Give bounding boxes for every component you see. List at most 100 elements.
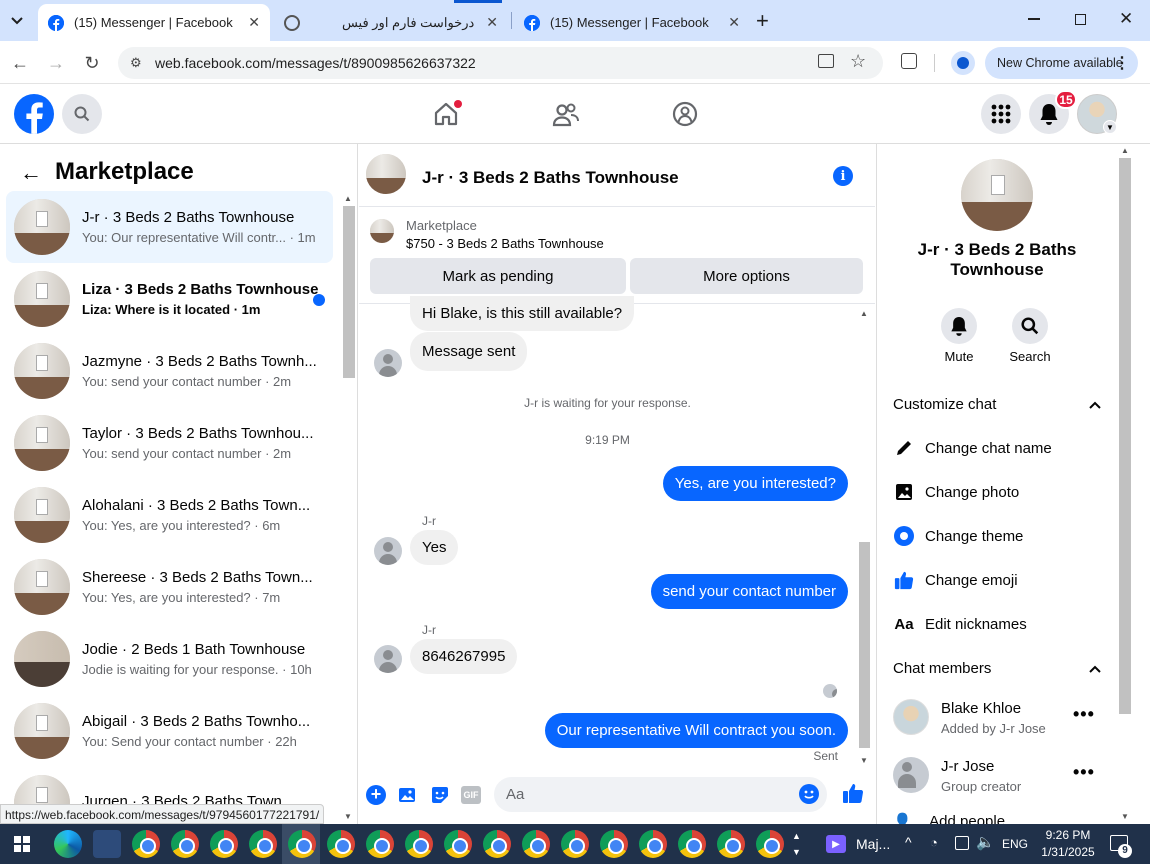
change-theme-item[interactable]: Change theme xyxy=(893,524,1023,548)
message-bubble-outgoing[interactable]: Yes, are you interested? xyxy=(662,466,848,501)
message-bubble-incoming[interactable]: 8646267995 xyxy=(410,639,518,674)
battery-icon[interactable] xyxy=(955,836,969,850)
app-icon[interactable] xyxy=(93,830,121,858)
friends-icon[interactable] xyxy=(552,102,580,133)
close-window-button[interactable]: ✕ xyxy=(1119,9,1133,29)
like-thumbs-up-icon[interactable] xyxy=(842,782,864,809)
tab-messenger-1[interactable]: (15) Messenger | Facebook ✕ xyxy=(38,4,270,41)
taskbar-app-label[interactable]: Maj... xyxy=(856,836,890,852)
change-emoji-item[interactable]: Change emoji xyxy=(893,568,1018,592)
windows-start-icon[interactable] xyxy=(14,836,30,852)
chrome-icon[interactable] xyxy=(717,830,745,858)
info-icon[interactable]: i xyxy=(833,166,853,186)
member-name[interactable]: J-r Jose xyxy=(941,758,994,775)
chrome-icon[interactable] xyxy=(561,830,589,858)
scroll-down-arrow-icon[interactable]: ▼ xyxy=(344,812,352,821)
mark-as-pending-button[interactable]: Mark as pending xyxy=(370,258,626,294)
chrome-icon[interactable] xyxy=(522,830,550,858)
mute-button[interactable] xyxy=(941,308,977,344)
clock-date[interactable]: 1/31/2025 xyxy=(1036,845,1100,859)
details-scrollbar[interactable] xyxy=(1119,158,1131,714)
conversation-item[interactable]: Taylor · 3 Beds 2 Baths Townhou... You: s… xyxy=(6,407,333,479)
listing-title[interactable]: $750 - 3 Beds 2 Baths Townhouse xyxy=(406,236,604,251)
conversation-item[interactable]: Liza · 3 Beds 2 Baths Townhouse Liza: Whe… xyxy=(6,263,333,335)
close-tab-icon[interactable]: ✕ xyxy=(248,14,260,31)
chrome-icon[interactable] xyxy=(366,830,394,858)
member-avatar[interactable] xyxy=(893,757,929,793)
groups-icon[interactable] xyxy=(672,101,698,132)
volume-icon[interactable]: 🔈 xyxy=(976,833,995,851)
scroll-up-arrow-icon[interactable]: ▲ xyxy=(860,309,868,318)
conversation-item[interactable]: Jodie · 2 Beds 1 Bath Townhouse Jodie is … xyxy=(6,623,333,695)
chat-list-scrollbar[interactable] xyxy=(343,206,355,378)
conversation-item[interactable]: Alohalani · 3 Beds 2 Baths Town... You: Y… xyxy=(6,479,333,551)
member-options-icon[interactable]: ••• xyxy=(1073,704,1095,725)
search-button[interactable] xyxy=(62,94,102,134)
chat-members-header[interactable]: Chat members xyxy=(893,660,1101,677)
tab-messenger-2[interactable]: (15) Messenger | Facebook ✕ xyxy=(514,4,750,41)
language-indicator[interactable]: ENG xyxy=(1002,837,1028,851)
chrome-icon[interactable] xyxy=(678,830,706,858)
chrome-icon[interactable] xyxy=(132,830,160,858)
message-bubble-incoming[interactable]: Yes xyxy=(410,530,459,565)
gif-icon[interactable]: GIF xyxy=(461,786,481,804)
sticker-icon[interactable] xyxy=(430,785,450,810)
close-tab-icon[interactable]: ✕ xyxy=(728,14,740,31)
message-bubble-incoming[interactable]: Message sent xyxy=(410,332,528,371)
listing-thumbnail[interactable] xyxy=(370,219,394,243)
site-settings-icon[interactable]: ⚙ xyxy=(130,55,142,71)
customize-chat-header[interactable]: Customize chat xyxy=(893,396,1101,413)
profile-icon[interactable] xyxy=(951,51,975,75)
message-input[interactable]: Aa xyxy=(494,777,827,812)
scroll-down-arrow-icon[interactable]: ▼ xyxy=(1121,812,1129,821)
scroll-up-arrow-icon[interactable]: ▲ xyxy=(1121,146,1129,155)
member-avatar[interactable] xyxy=(893,699,929,735)
chat-avatar[interactable] xyxy=(366,154,406,194)
more-options-button[interactable]: More options xyxy=(630,258,863,294)
chat-title[interactable]: J-r · 3 Beds 2 Baths Townhouse xyxy=(422,168,679,188)
emoji-icon[interactable] xyxy=(799,784,819,804)
photo-icon[interactable] xyxy=(398,785,418,810)
tab-form[interactable]: درخواست فارم اور فیس ✕ xyxy=(274,4,508,41)
tray-chevron-icon[interactable]: ^ xyxy=(905,834,912,850)
chrome-icon[interactable] xyxy=(210,830,238,858)
close-tab-icon[interactable]: ✕ xyxy=(486,14,498,31)
menu-button[interactable] xyxy=(981,94,1021,134)
taskbar-scroll-arrows[interactable]: ▲ ▼ xyxy=(792,828,801,860)
restore-button[interactable] xyxy=(1075,14,1086,25)
address-bar[interactable]: ⚙ web.facebook.com/messages/t/8900985626… xyxy=(118,47,883,79)
chrome-icon[interactable] xyxy=(171,830,199,858)
message-bubble-outgoing[interactable]: Our representative Will contract you soo… xyxy=(544,713,848,748)
chrome-icon[interactable] xyxy=(405,830,433,858)
scroll-down-arrow-icon[interactable]: ▼ xyxy=(860,756,868,765)
back-icon[interactable]: ← xyxy=(8,51,32,75)
extensions-icon[interactable] xyxy=(901,53,917,69)
chrome-icon[interactable] xyxy=(288,830,316,858)
wifi-icon[interactable]: ◔ xyxy=(930,835,938,850)
bookmark-star-icon[interactable]: ☆ xyxy=(850,51,866,72)
update-chrome-button[interactable]: New Chrome available ⋮ xyxy=(985,47,1138,79)
message-bubble-outgoing[interactable]: send your contact number xyxy=(650,574,848,609)
change-photo-item[interactable]: Change photo xyxy=(893,480,1019,504)
chrome-icon[interactable] xyxy=(600,830,628,858)
home-icon[interactable] xyxy=(432,100,462,133)
member-name[interactable]: Blake Khloe xyxy=(941,700,1021,717)
conversation-item[interactable]: Abigail · 3 Beds 2 Baths Townho... You: S… xyxy=(6,695,333,767)
chrome-icon[interactable] xyxy=(483,830,511,858)
account-chevron-icon[interactable]: ▼ xyxy=(1103,120,1117,134)
edit-nicknames-item[interactable]: Aa Edit nicknames xyxy=(893,612,1026,636)
chrome-icon[interactable] xyxy=(327,830,355,858)
add-people-item[interactable]: 👤 Add people xyxy=(893,812,1005,824)
chrome-icon[interactable] xyxy=(444,830,472,858)
chrome-icon[interactable] xyxy=(249,830,277,858)
clock-time[interactable]: 9:26 PM xyxy=(1040,828,1096,842)
video-app-icon[interactable]: ▶ xyxy=(826,835,846,853)
search-in-chat-button[interactable] xyxy=(1012,308,1048,344)
chrome-icon[interactable] xyxy=(756,830,784,858)
kebab-menu-icon[interactable]: ⋮ xyxy=(1114,53,1130,73)
tab-search-button[interactable] xyxy=(6,10,28,32)
message-bubble-incoming[interactable]: Hi Blake, is this still available? xyxy=(410,296,635,331)
forward-icon[interactable]: → xyxy=(44,51,68,75)
plus-icon[interactable]: + xyxy=(366,785,386,805)
member-options-icon[interactable]: ••• xyxy=(1073,762,1095,783)
